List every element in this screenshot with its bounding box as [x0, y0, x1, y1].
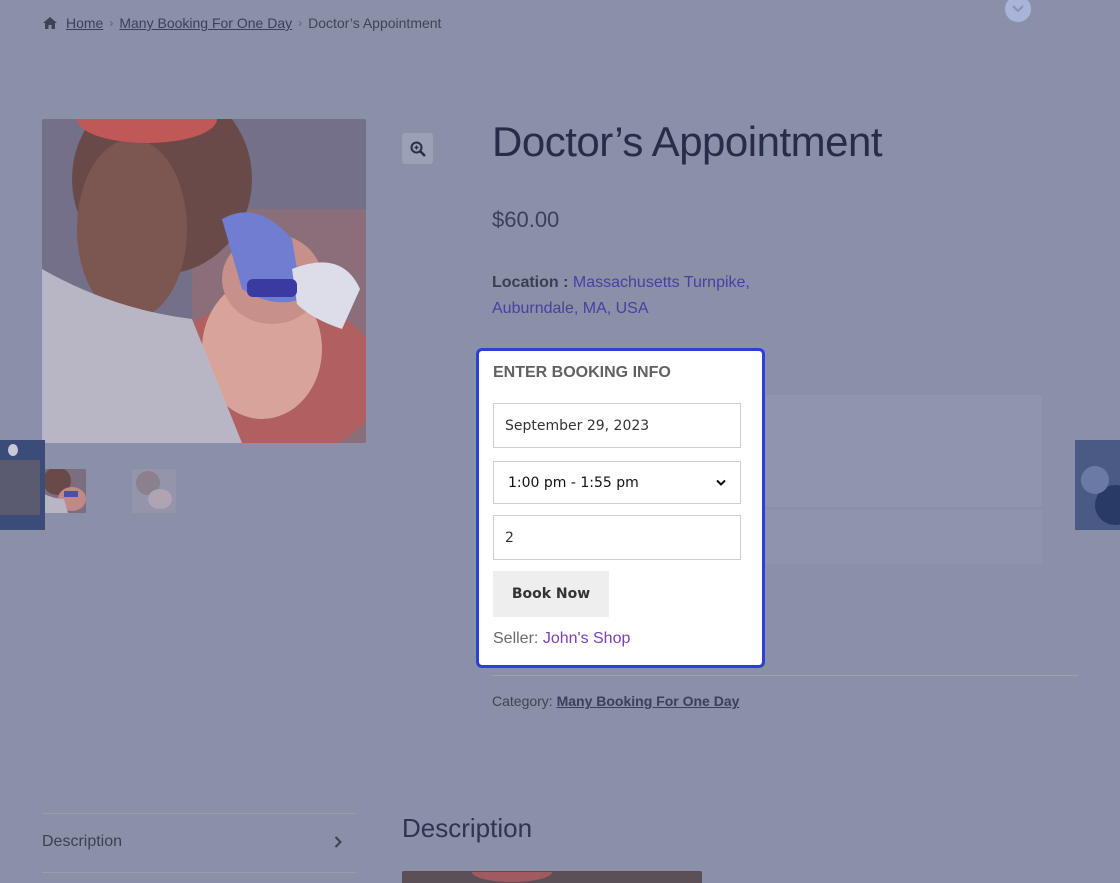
location-label: Location : [492, 274, 569, 291]
category-label: Category: [492, 693, 553, 709]
tab-description-label: Description [42, 833, 123, 850]
divider [42, 872, 357, 873]
quantity-field[interactable]: 2 [493, 515, 741, 560]
breadcrumb-home-link[interactable]: Home [66, 15, 103, 31]
category-link[interactable]: Many Booking For One Day [557, 693, 740, 709]
background-panel [766, 395, 1042, 507]
chevron-right-icon [334, 836, 342, 848]
seller-link[interactable]: John's Shop [543, 630, 631, 647]
product-thumbnail[interactable] [132, 469, 176, 513]
thumbnail-image [132, 469, 176, 513]
divider [492, 675, 1078, 676]
description-image [402, 871, 702, 883]
product-main-image[interactable] [42, 119, 366, 443]
next-product-image[interactable] [1075, 440, 1120, 530]
divider [42, 813, 357, 814]
previous-product-image[interactable] [0, 440, 45, 530]
book-now-button[interactable]: Book Now [493, 571, 609, 617]
breadcrumb-separator: › [298, 16, 303, 30]
side-image [1075, 440, 1120, 530]
breadcrumb-current: Doctor’s Appointment [308, 15, 442, 31]
product-price: $60.00 [492, 207, 560, 232]
booking-form: ENTER BOOKING INFO September 29, 2023 1:… [476, 348, 765, 668]
background-panel [766, 510, 1042, 564]
product-category: Category: Many Booking For One Day [492, 693, 739, 709]
booking-heading: ENTER BOOKING INFO [493, 364, 671, 381]
side-image [0, 440, 45, 530]
chevron-down-icon [716, 479, 726, 486]
breadcrumb-category-link[interactable]: Many Booking For One Day [119, 15, 292, 31]
product-location: Location : Massachusetts Turnpike, Aubur… [492, 270, 762, 322]
doctor-photo [42, 119, 366, 443]
product-title: Doctor’s Appointment [492, 118, 883, 165]
date-field[interactable]: September 29, 2023 [493, 403, 741, 448]
product-thumbnail[interactable] [42, 469, 86, 513]
breadcrumb: Home › Many Booking For One Day › Doctor… [42, 15, 441, 31]
thumbnail-image [42, 469, 86, 513]
seller-info: Seller: John's Shop [493, 630, 630, 648]
description-heading: Description [402, 813, 533, 843]
scroll-toggle-button[interactable] [1005, 0, 1031, 22]
breadcrumb-separator: › [109, 16, 114, 30]
zoom-button[interactable] [402, 133, 433, 164]
time-slot-select[interactable]: 1:00 pm - 1:55 pm [493, 461, 741, 504]
tab-description[interactable]: Description [42, 833, 342, 851]
magnify-icon [410, 141, 426, 157]
home-icon [43, 17, 57, 29]
time-slot-value: 1:00 pm - 1:55 pm [508, 474, 639, 491]
chevron-down-icon [1012, 5, 1024, 13]
seller-label: Seller: [493, 630, 539, 647]
description-photo [402, 871, 702, 883]
